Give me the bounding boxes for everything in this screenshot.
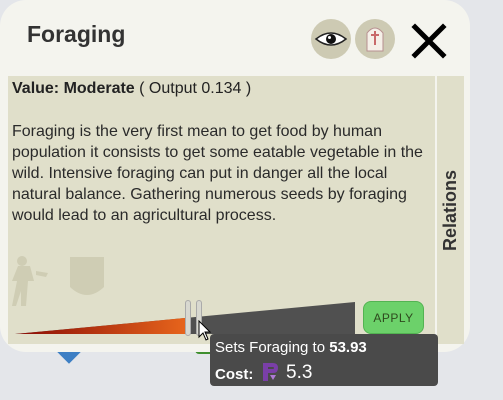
slider-fill [15,317,189,334]
slider-tooltip: Sets Foraging to 53.93 Cost: 5.3 [210,334,438,386]
mouse-cursor-icon [198,320,212,341]
slider-current-marker [185,300,192,336]
apply-button[interactable]: APPLY [363,301,424,334]
tooltip-sets-prefix: Sets Foraging to [215,339,326,356]
view-toggle-button[interactable] [311,19,351,59]
panel-title: Foraging [27,21,126,47]
foraging-panel: Foraging Value: Moderate (Output 0.134 … [0,0,470,352]
tooltip-cost-value: 5.3 [286,362,313,383]
description-text: Foraging is the very first mean to get f… [12,123,423,224]
close-icon [411,23,447,59]
tab-relations[interactable]: Relations [437,76,464,344]
close-button[interactable] [410,22,448,60]
relations-tab-label: Relations [440,169,460,251]
value-slider[interactable] [15,300,355,336]
eye-icon [314,32,348,46]
tooltip-cost-label: Cost: [215,366,254,383]
output-text: ( Output 0.134 ) [139,80,252,97]
research-icon [263,363,278,381]
rune-stone-icon [366,27,384,52]
value-line: Value: Moderate ( Output 0.134 ) [12,80,251,98]
rune-button[interactable] [355,19,395,59]
value-label: Value: Moderate [12,80,135,97]
tooltip-sets-value: 53.93 [329,339,367,356]
tooltip-sets-line: Sets Foraging to 53.93 [215,339,367,356]
